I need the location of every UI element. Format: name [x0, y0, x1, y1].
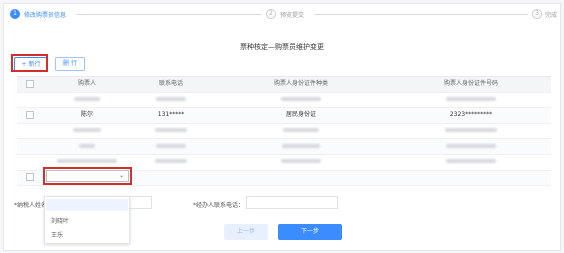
- redacted-text: [156, 97, 186, 102]
- redacted-text: [57, 159, 117, 164]
- dropdown-option[interactable]: 王乐: [51, 230, 63, 239]
- redacted-text: [79, 143, 95, 148]
- step-1-label: 修改购票员信息: [24, 12, 67, 19]
- prev-step-button[interactable]: 上一步: [224, 224, 268, 240]
- dropdown-option[interactable]: 刘晓叶: [51, 216, 69, 225]
- col-header-buyer: 购票人: [77, 80, 96, 87]
- redacted-text: [282, 143, 320, 148]
- step-2-label: 预览提交: [280, 12, 305, 19]
- step-2-icon: 2: [266, 9, 276, 19]
- redacted-text: [156, 143, 186, 148]
- step-3-icon: 3: [532, 9, 542, 19]
- row-checkbox[interactable]: [26, 110, 34, 119]
- buyer-phone: 131*****: [157, 111, 185, 119]
- redacted-text: [446, 97, 496, 102]
- redacted-text: [445, 128, 497, 133]
- redacted-text: [74, 97, 100, 102]
- buyer-id-number: 2323*********: [449, 111, 493, 119]
- col-header-id-number: 购票人身份证件号码: [443, 80, 498, 87]
- delete-row-button[interactable]: 删 行: [55, 57, 85, 71]
- col-header-phone: 联系电话: [158, 80, 183, 87]
- table-row[interactable]: 陈尔 131***** 居民身份证 2323*********: [17, 108, 551, 124]
- add-button-highlight: [11, 54, 48, 72]
- buyer-dropdown-menu: 刘晓叶 王乐: [44, 196, 130, 244]
- table-row[interactable]: [17, 139, 551, 155]
- table-header-row: 购票人 联系电话 购票人身份证件种类 购票人身份证件号码: [17, 77, 551, 93]
- step-connector: [314, 14, 528, 15]
- tax-person-label: *纳税人姓名: [14, 202, 48, 209]
- buyer-id-type: 居民身份证: [285, 111, 316, 119]
- redacted-text: [73, 128, 101, 133]
- redacted-text: [283, 128, 319, 133]
- redacted-text: [446, 143, 496, 148]
- redacted-text: [155, 159, 187, 164]
- redacted-text: [446, 159, 496, 164]
- agent-phone-label: *经办人联系电话：: [193, 202, 245, 209]
- table-row[interactable]: [17, 93, 551, 109]
- col-header-id-type: 购票人身份证件种类: [273, 80, 328, 87]
- next-step-button[interactable]: 下一步: [278, 224, 342, 240]
- dropdown-hover-item[interactable]: [46, 199, 128, 211]
- table-row[interactable]: [17, 124, 551, 140]
- agent-phone-input[interactable]: [246, 196, 338, 209]
- select-highlight: [43, 167, 132, 185]
- step-1-icon: 1: [10, 9, 20, 19]
- select-all-checkbox[interactable]: [26, 79, 34, 88]
- step-3-label: 完成: [545, 12, 558, 19]
- redacted-text: [281, 159, 321, 164]
- redacted-text: [281, 97, 321, 102]
- step-connector: [76, 14, 262, 15]
- form-title: 票种核定—购票员维护变更: [240, 43, 324, 51]
- redacted-text: [155, 128, 187, 133]
- progress-stepper: 1 修改购票员信息 2 预览提交 3 完成: [8, 6, 558, 24]
- row-checkbox[interactable]: [26, 173, 34, 182]
- buyer-name: 陈尔: [80, 111, 93, 119]
